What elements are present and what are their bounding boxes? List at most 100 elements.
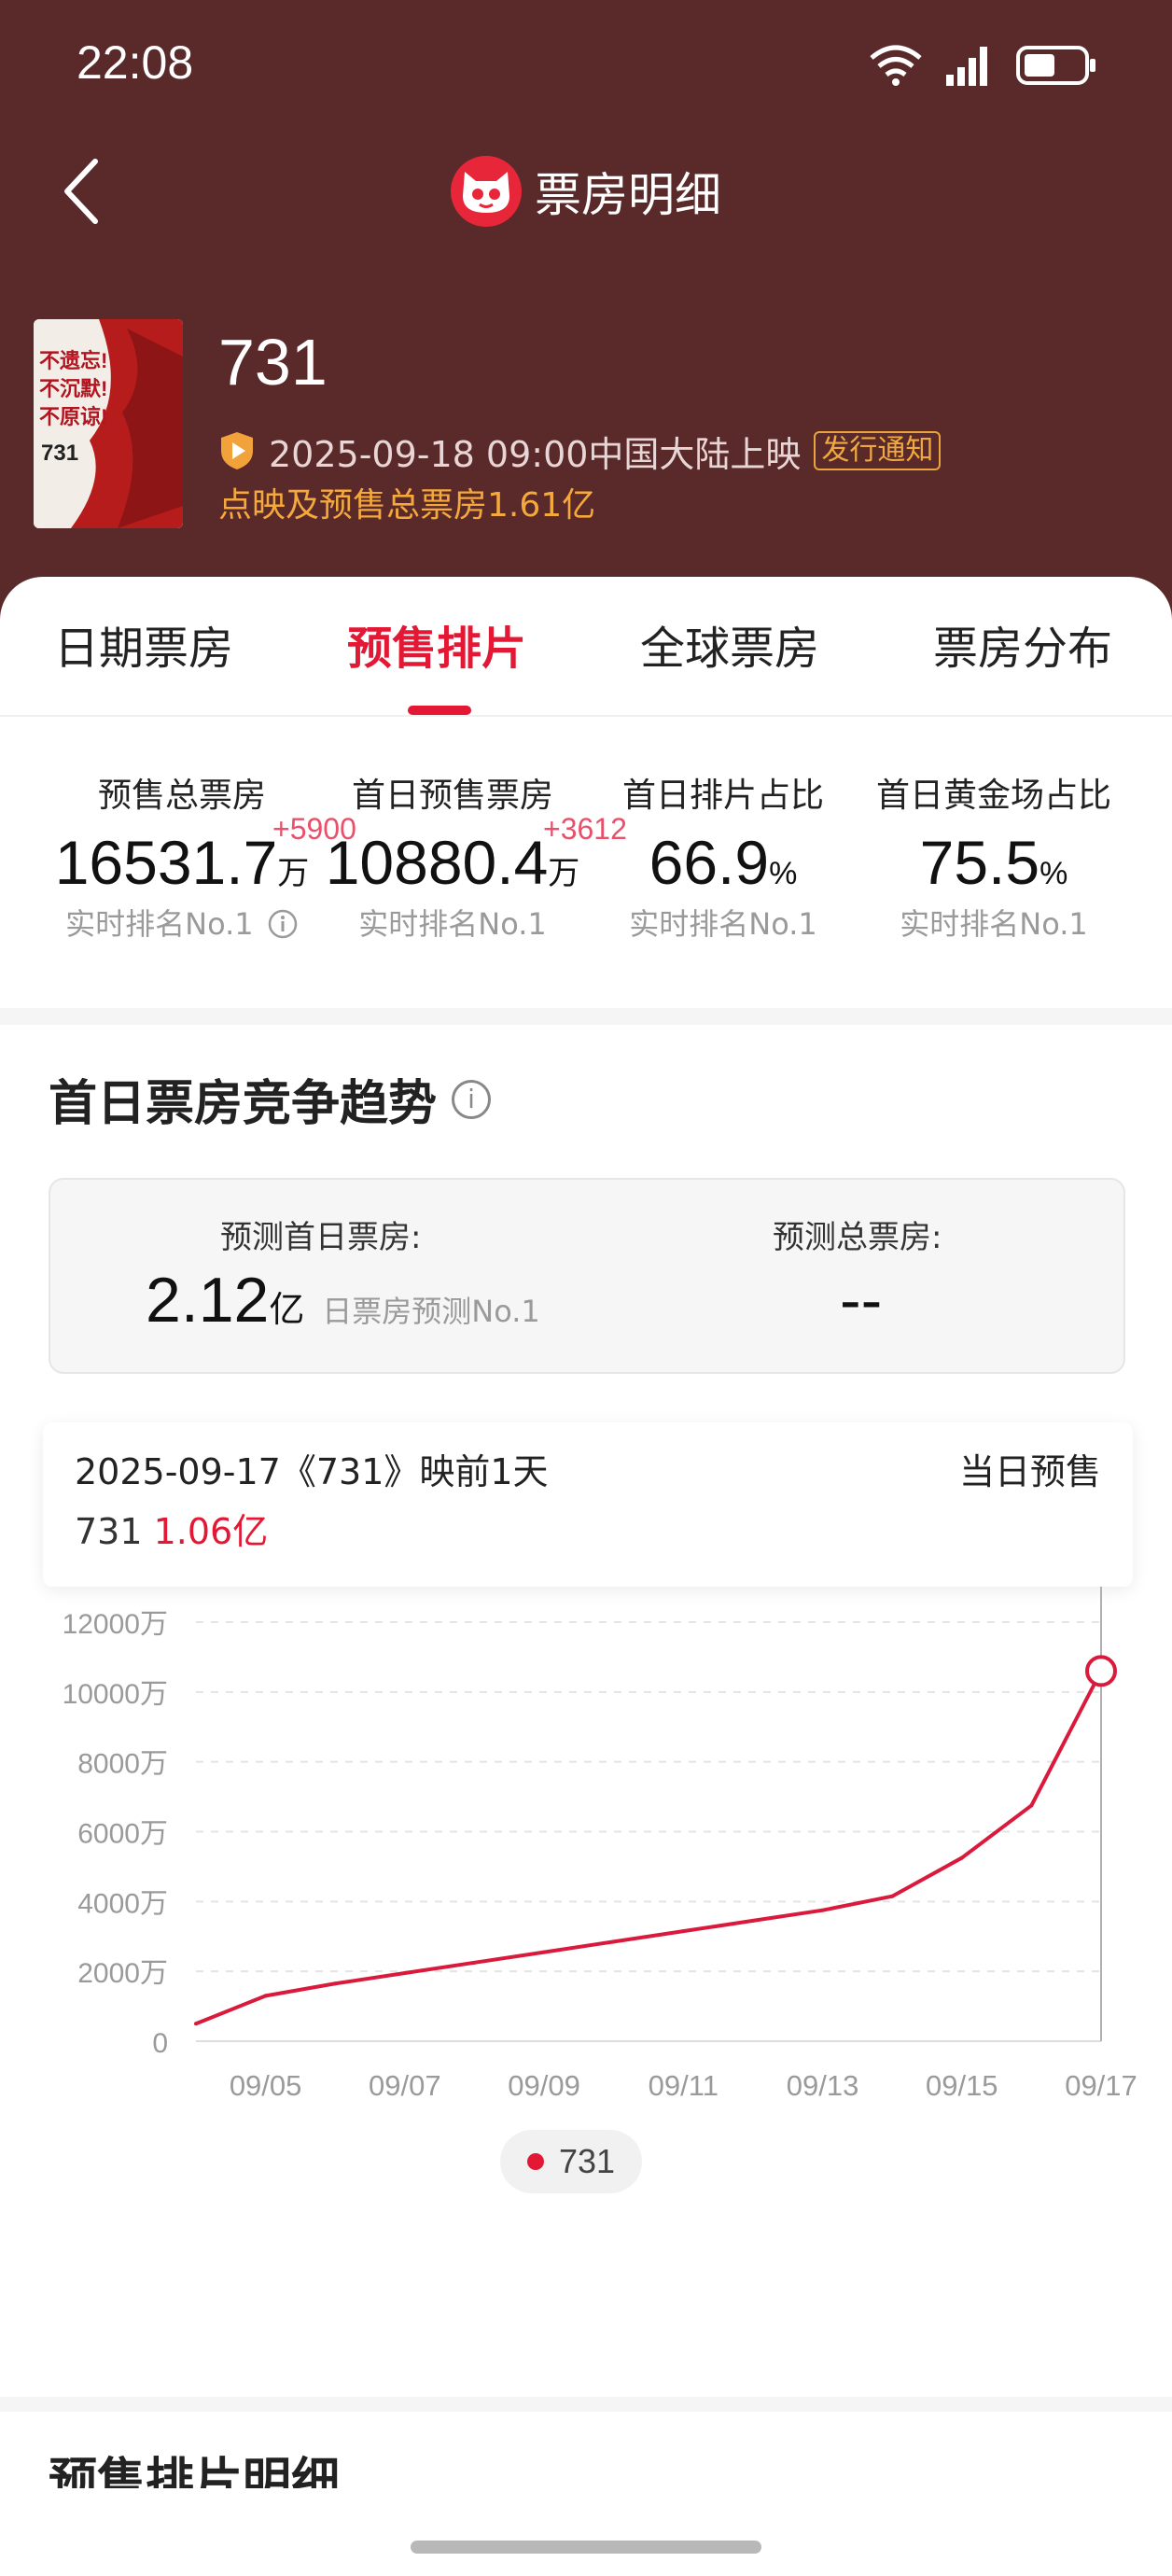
stat-first-day-golden-share[interactable]: 首日黄金场占比 75.5% 实时排名No.1 (858, 773, 1129, 945)
stat-number: 16531.7 (54, 828, 278, 897)
presale-total: 点映及预售总票房1.61亿 (218, 486, 596, 525)
x-tick-label: 09/07 (369, 2069, 441, 2102)
active-tab-indicator (408, 706, 471, 715)
tooltip-kind: 当日预售 (958, 1451, 1101, 1492)
stat-number: 10880.4 (325, 828, 549, 897)
cat-logo-icon (451, 156, 522, 227)
stat-rank: 实时排名No.1 (629, 906, 817, 942)
tab-daily-box-office[interactable]: 日期票房 (54, 616, 233, 681)
data-point (820, 1908, 825, 1912)
release-row: 2025-09-18 09:00中国大陆上映 发行通知 (218, 427, 942, 475)
predict-total-label: 预测总票房: (773, 1219, 942, 1256)
stat-value: 75.5% (858, 827, 1129, 902)
predict-rank: 日票房预测No.1 (322, 1294, 540, 1329)
y-tick-label: 2000万 (77, 1958, 168, 1989)
stat-value: 66.9% (588, 827, 858, 902)
poster-line-2: 不沉默! (39, 377, 108, 400)
section-title-text: 首日票房竞争趋势 (49, 1076, 438, 1132)
home-indicator[interactable] (411, 2541, 761, 2554)
battery-icon (1016, 46, 1095, 85)
info-icon[interactable] (267, 908, 299, 940)
prediction-box: 预测首日票房: 2.12亿 日票房预测No.1 预测总票房: -- (49, 1178, 1125, 1374)
poster-number: 731 (41, 441, 79, 466)
movie-poster[interactable]: 不遗忘! 不沉默! 不原谅! 731 (34, 319, 183, 528)
predict-unit: 亿 (269, 1291, 305, 1330)
tooltip-value: 1.06亿 (153, 1511, 269, 1552)
stat-rank: 实时排名No.1 (900, 906, 1088, 942)
x-tick-label: 09/11 (649, 2069, 719, 2102)
status-bar: 22:08 (0, 0, 1172, 131)
tooltip-series: 731 1.06亿 (75, 1503, 268, 1554)
stat-number: 66.9 (649, 828, 770, 897)
x-tick-label: 09/05 (230, 2069, 302, 2102)
poster-line-3: 不原谅! (39, 405, 108, 428)
predict-first-day-label: 预测首日票房: (220, 1219, 422, 1256)
legend-label: 731 (558, 2142, 616, 2180)
poster-line-1: 不遗忘! (39, 349, 108, 372)
tooltip-date: 2025-09-17《731》映前1天 (75, 1451, 549, 1492)
data-point (611, 1939, 616, 1944)
y-tick-label: 4000万 (77, 1888, 168, 1919)
section-divider-2 (0, 2397, 1172, 2412)
data-point (472, 1960, 477, 1965)
chart-tooltip: 2025-09-17《731》映前1天 当日预售 731 1.06亿 (43, 1422, 1133, 1587)
x-tick-label: 09/15 (926, 2069, 998, 2102)
predict-total-value: -- (840, 1265, 883, 1336)
shield-play-icon (221, 432, 253, 469)
predict-number: 2.12 (146, 1265, 270, 1336)
y-tick-label: 10000万 (63, 1679, 168, 1710)
stat-unit: 万 (548, 856, 580, 891)
data-point (750, 1918, 755, 1923)
stat-rank: 实时排名No.1 (47, 903, 317, 945)
stat-label: 首日排片占比 (621, 777, 824, 815)
info-icon[interactable]: i (452, 1079, 492, 1119)
stat-presale-total[interactable]: 预售总票房 16531.7万 +5900 实时排名No.1 (47, 773, 356, 945)
data-point (194, 2022, 198, 2026)
presale-stats: 预售总票房 16531.7万 +5900 实时排名No.1 首日预售票房 108… (0, 773, 1172, 959)
y-tick-label: 0 (152, 2028, 168, 2059)
section-title: 首日票房竞争趋势 i (49, 1064, 492, 1134)
data-point (402, 1971, 407, 1976)
wifi-icon (870, 45, 922, 86)
release-info: 2025-09-18 09:00中国大陆上映 (269, 433, 802, 475)
tab-bar: 日期票房 预售排片 全球票房 票房分布 (0, 577, 1172, 717)
stat-rank: 实时排名No.1 (358, 906, 547, 942)
stat-unit: % (1039, 856, 1068, 891)
data-point (681, 1929, 686, 1934)
data-point (959, 1855, 964, 1860)
stat-unit: 万 (277, 856, 310, 891)
y-tick-label: 6000万 (77, 1819, 168, 1850)
tab-box-office-distribution[interactable]: 票房分布 (933, 616, 1112, 681)
stat-first-day-schedule-share[interactable]: 首日排片占比 66.9% 实时排名No.1 (588, 773, 858, 945)
release-notify-tag[interactable]: 发行通知 (814, 431, 942, 470)
x-tick-label: 09/17 (1065, 2069, 1137, 2102)
status-time: 22:08 (77, 36, 194, 89)
stat-unit: % (769, 856, 798, 891)
status-icons (868, 37, 1097, 93)
tab-presale-schedule[interactable]: 预售排片 (347, 616, 526, 681)
stat-first-day-presale[interactable]: 首日预售票房 10880.4万 +3612 实时排名No.1 (317, 773, 627, 945)
stat-label: 首日黄金场占比 (875, 777, 1111, 815)
data-point (542, 1950, 547, 1954)
trend-chart[interactable]: 0 2000万 4000万 6000万 8000万 10000万 12000万 09/05 09… (0, 1587, 1172, 2109)
highlight-point (1085, 1655, 1117, 1687)
movie-title: 731 (218, 326, 328, 399)
data-point (333, 1981, 338, 1986)
nav-title-group: 票房明细 (0, 149, 1172, 233)
x-tick-label: 09/09 (508, 2069, 580, 2102)
header: 22:08 票房明细 不遗忘! 不沉默! 不原谅! 731 731 2025-0… (0, 0, 1172, 635)
y-tick-label: 8000万 (77, 1749, 168, 1780)
tab-global-box-office[interactable]: 全球票房 (640, 616, 819, 681)
stat-number: 75.5 (919, 828, 1040, 897)
x-tick-label: 09/13 (787, 2069, 859, 2102)
next-section-title: 预售排片明细 (49, 2454, 341, 2488)
predict-first-day-value: 2.12亿 日票房预测No.1 (146, 1264, 540, 1337)
data-point (263, 1994, 268, 1998)
data-point (890, 1894, 895, 1898)
chart-legend[interactable]: 731 (500, 2130, 642, 2193)
legend-dot-icon (526, 2153, 544, 2170)
stat-rank-text: 实时排名No.1 (65, 906, 254, 942)
poster-slogan: 不遗忘! 不沉默! 不原谅! (39, 347, 133, 431)
data-point (1029, 1803, 1034, 1808)
signal-icon (946, 47, 987, 86)
